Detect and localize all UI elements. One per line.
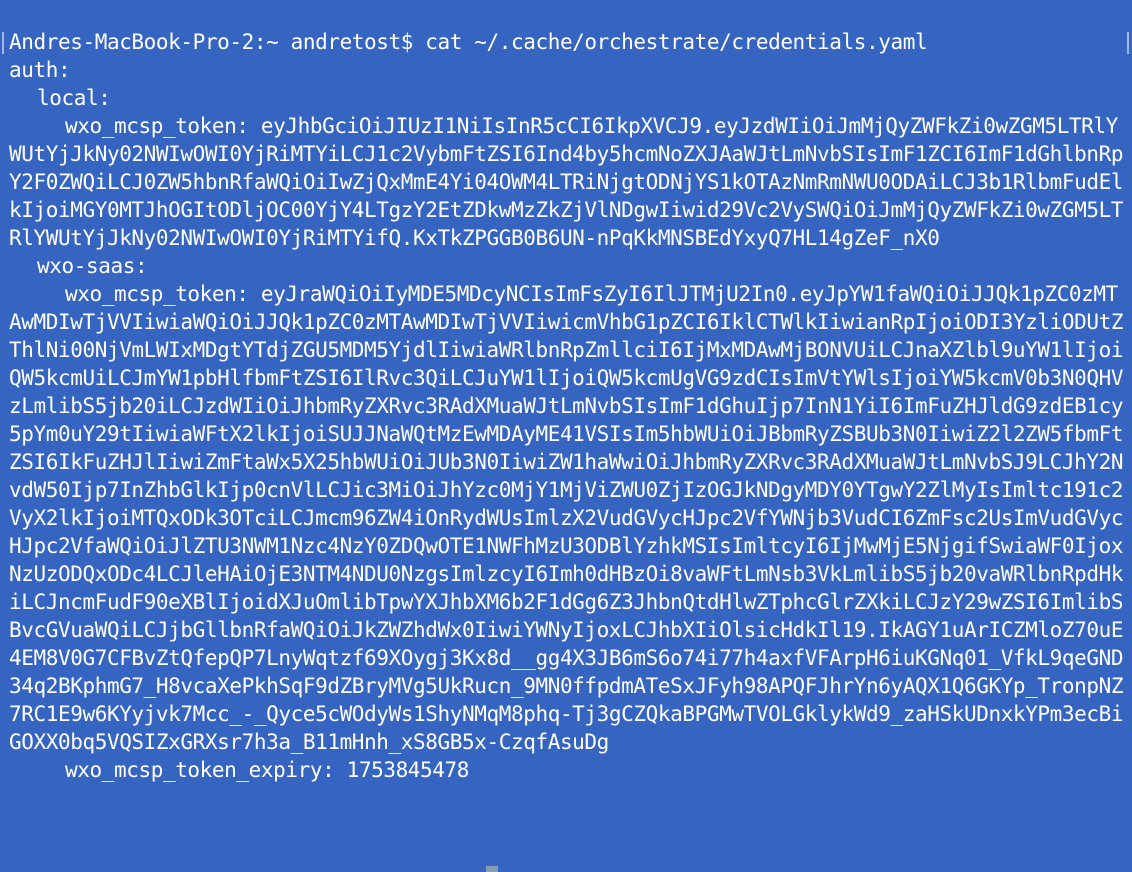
local-token-text: wxo_mcsp_token: eyJhbGciOiJIUzI1NiIsInR5… <box>9 114 1124 250</box>
terminal-window[interactable]: Andres-MacBook-Pro-2:~ andretost$ cat ~/… <box>0 0 1132 872</box>
yaml-key-auth: auth: <box>9 58 71 82</box>
local-token-line: wxo_mcsp_token: eyJhbGciOiJIUzI1NiIsInR5… <box>9 112 1129 252</box>
cursor-marker-left <box>2 32 7 54</box>
yaml-key-local: local: <box>37 86 111 110</box>
saas-token-line: wxo_mcsp_token: eyJraWQiOiIyMDE5MDcyNCIs… <box>9 280 1129 756</box>
saas-token-text: wxo_mcsp_token: eyJraWQiOiIyMDE5MDcyNCIs… <box>9 282 1124 754</box>
prompt-command-line: Andres-MacBook-Pro-2:~ andretost$ cat ~/… <box>9 30 928 54</box>
yaml-key-wxo-saas: wxo-saas: <box>37 254 148 278</box>
scroll-indicator[interactable] <box>486 866 498 872</box>
terminal-output: Andres-MacBook-Pro-2:~ andretost$ cat ~/… <box>9 28 1129 784</box>
token-expiry-line: wxo_mcsp_token_expiry: 1753845478 <box>65 758 470 782</box>
